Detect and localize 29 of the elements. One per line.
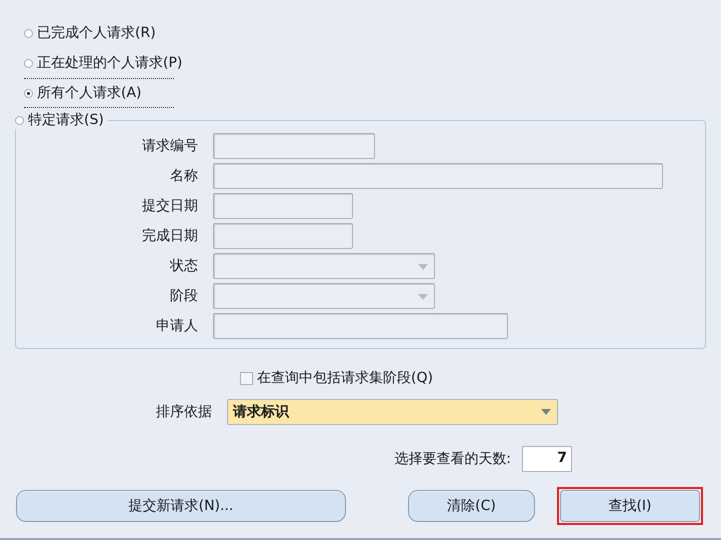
input-field[interactable]: 7 — [522, 446, 572, 472]
action-button[interactable]: 提交新请求(N)... — [16, 490, 346, 522]
input-field[interactable] — [213, 313, 508, 339]
dropdown[interactable]: 请求标识 — [227, 399, 558, 425]
dropdown[interactable] — [213, 253, 435, 279]
field-label: 完成日期 — [141, 227, 199, 245]
radio-option[interactable]: 已完成个人请求(R) — [24, 18, 174, 48]
field-label: 选择要查看的天数: — [394, 450, 511, 468]
input-field[interactable] — [213, 223, 353, 249]
field-label: 请求编号 — [141, 137, 199, 155]
checkbox-option[interactable]: 在查询中包括请求集阶段(Q) — [240, 369, 472, 387]
caret-icon — [418, 264, 428, 270]
field-label: 名称 — [169, 167, 199, 185]
field-label: 提交日期 — [141, 197, 199, 215]
dropdown[interactable] — [213, 283, 435, 309]
caret-icon — [418, 294, 428, 300]
field-label: 排序依据 — [155, 403, 213, 421]
radio-option[interactable]: 所有个人请求(A) — [24, 78, 174, 108]
input-field[interactable] — [213, 193, 353, 219]
action-button[interactable]: 清除(C) — [408, 490, 535, 522]
input-field[interactable] — [213, 163, 663, 189]
radio-option[interactable]: 正在处理的个人请求(P) — [24, 48, 182, 78]
field-label: 状态 — [169, 257, 199, 275]
caret-icon — [541, 409, 551, 415]
field-label: 阶段 — [169, 287, 199, 305]
radio-option[interactable]: 特定请求(S) — [11, 111, 108, 129]
field-label: 申请人 — [155, 317, 199, 335]
action-button[interactable]: 查找(I) — [560, 490, 700, 522]
input-field[interactable] — [213, 133, 375, 159]
